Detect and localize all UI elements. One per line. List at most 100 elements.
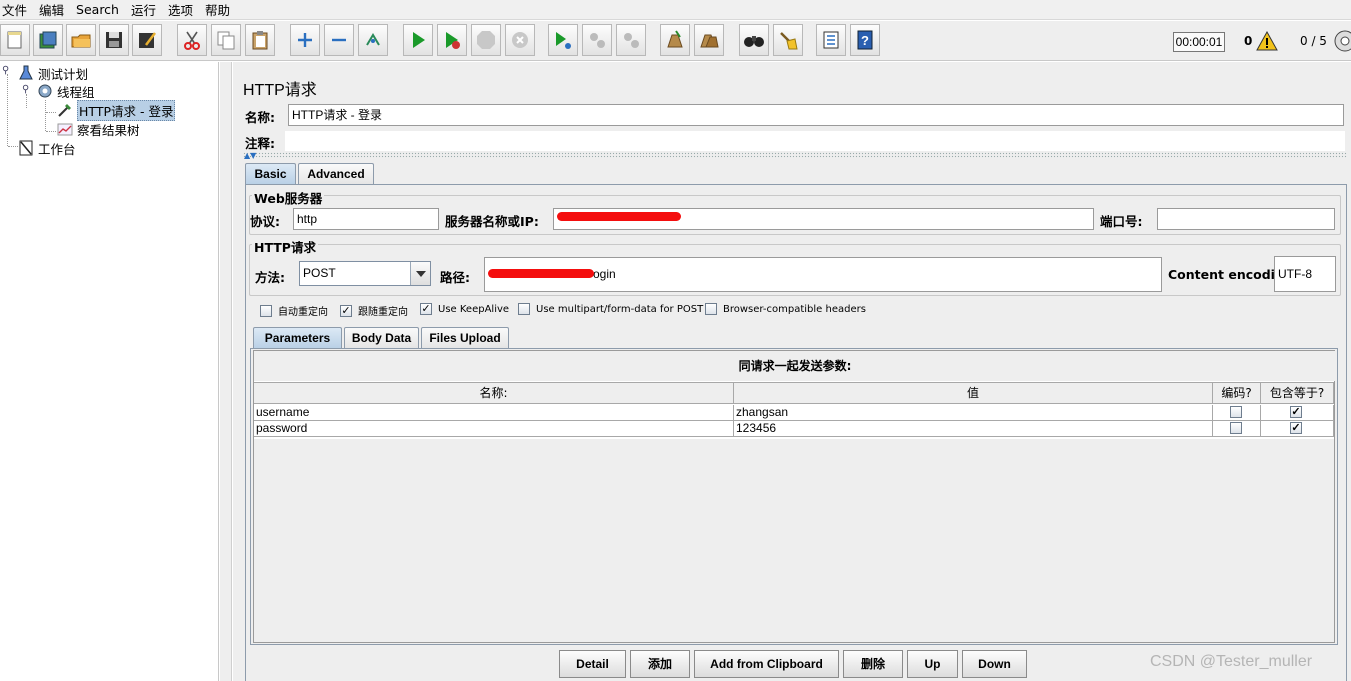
expand-all-button[interactable] bbox=[290, 24, 320, 56]
search-icon bbox=[744, 36, 764, 47]
stop-icon bbox=[477, 31, 495, 49]
tab-body-data[interactable]: Body Data bbox=[344, 327, 419, 349]
tab-parameters[interactable]: Parameters bbox=[253, 327, 342, 349]
checkmark-icon[interactable]: ✓ bbox=[1290, 422, 1302, 434]
follow-redirect-checkbox[interactable]: ✓ 跟随重定向 bbox=[340, 303, 408, 318]
auto-redirect-checkbox[interactable]: 自动重定向 bbox=[260, 303, 328, 318]
expand-toggle-icon[interactable]: ⚲ bbox=[22, 85, 31, 95]
tree-connector bbox=[26, 94, 27, 108]
encoding-field[interactable]: UTF-8 bbox=[1274, 256, 1336, 292]
chevron-down-icon[interactable] bbox=[410, 262, 430, 285]
table-empty-area bbox=[254, 439, 1334, 642]
remote-shutdown-button[interactable] bbox=[616, 24, 646, 56]
param-value-cell[interactable]: 123456 bbox=[734, 421, 1213, 437]
save-button[interactable] bbox=[99, 24, 129, 56]
collapse-all-button[interactable] bbox=[324, 24, 354, 56]
help-button[interactable]: ? bbox=[850, 24, 880, 56]
column-header-encode[interactable]: 编码? bbox=[1213, 382, 1261, 404]
pipette-icon bbox=[58, 104, 71, 117]
clear-button[interactable] bbox=[660, 24, 690, 56]
function-helper-icon bbox=[823, 31, 839, 49]
active-threads: 0 / 5 bbox=[1300, 34, 1327, 48]
tree-node-label: HTTP请求 - 登录 bbox=[77, 99, 176, 121]
column-header-include-equals[interactable]: 包含等于? bbox=[1261, 382, 1334, 404]
param-name-cell[interactable]: password bbox=[254, 421, 734, 437]
menu-help[interactable]: 帮助 bbox=[205, 0, 236, 19]
add-button[interactable]: 添加 bbox=[630, 650, 690, 678]
delete-button[interactable]: 删除 bbox=[843, 650, 903, 678]
include-equals-cell[interactable]: ✓ bbox=[1261, 421, 1334, 437]
new-button[interactable] bbox=[0, 24, 30, 56]
include-equals-cell[interactable]: ✓ bbox=[1261, 405, 1334, 421]
tree-node-results-tree[interactable]: 察看结果树 bbox=[57, 120, 140, 138]
reset-search-button[interactable] bbox=[773, 24, 803, 56]
menu-edit[interactable]: 编辑 bbox=[39, 0, 70, 19]
expand-toggle-icon[interactable]: ⚲ bbox=[2, 66, 11, 76]
param-name-cell[interactable]: username bbox=[254, 405, 734, 421]
multipart-checkbox[interactable]: Use multipart/form-data for POST bbox=[518, 303, 703, 315]
clear-icon bbox=[667, 30, 683, 48]
toggle-button[interactable] bbox=[358, 24, 388, 56]
protocol-field[interactable]: http bbox=[293, 208, 439, 230]
column-header-value[interactable]: 值 bbox=[734, 382, 1213, 404]
function-helper-button[interactable] bbox=[816, 24, 846, 56]
cut-button[interactable] bbox=[177, 24, 207, 56]
add-from-clipboard-button[interactable]: Add from Clipboard bbox=[694, 650, 839, 678]
comment-field[interactable] bbox=[284, 130, 1346, 152]
clear-all-icon bbox=[700, 34, 719, 48]
up-button[interactable]: Up bbox=[907, 650, 958, 678]
templates-button[interactable] bbox=[33, 24, 63, 56]
tab-advanced[interactable]: Advanced bbox=[298, 163, 374, 185]
gear-icon bbox=[38, 84, 52, 98]
tree-node-http-request[interactable]: HTTP请求 - 登录 bbox=[57, 99, 176, 121]
column-header-name[interactable]: 名称: bbox=[254, 382, 734, 404]
divider bbox=[243, 152, 1347, 158]
start-button[interactable] bbox=[403, 24, 433, 56]
shutdown-button[interactable] bbox=[505, 24, 535, 56]
port-label: 端口号: bbox=[1100, 214, 1143, 229]
collapse-arrows-icon[interactable]: ▲▼ bbox=[244, 151, 256, 160]
tree-node-test-plan[interactable]: 测试计划 bbox=[18, 64, 88, 82]
templates-icon bbox=[39, 31, 57, 49]
expand-icon bbox=[298, 33, 312, 47]
clear-all-button[interactable] bbox=[694, 24, 724, 56]
server-label: 服务器名称或IP: bbox=[445, 214, 539, 229]
pane-splitter[interactable] bbox=[220, 62, 232, 681]
search-button[interactable] bbox=[739, 24, 769, 56]
encode-cell[interactable] bbox=[1213, 405, 1261, 421]
tree-connector bbox=[45, 100, 46, 131]
checkbox-label: Use KeepAlive bbox=[438, 303, 510, 315]
checkbox-box[interactable] bbox=[1230, 422, 1242, 434]
checkmark-icon[interactable]: ✓ bbox=[1290, 406, 1302, 418]
encode-cell[interactable] bbox=[1213, 421, 1261, 437]
method-select[interactable]: POST bbox=[299, 261, 431, 286]
checkmark-icon: ✓ bbox=[340, 303, 352, 317]
start-no-pause-button[interactable] bbox=[437, 24, 467, 56]
start-no-pause-icon bbox=[446, 32, 460, 49]
tree-node-workbench[interactable]: 工作台 bbox=[18, 139, 76, 157]
tab-basic[interactable]: Basic bbox=[245, 163, 296, 185]
menu-file[interactable]: 文件 bbox=[2, 0, 33, 19]
name-field[interactable]: HTTP请求 - 登录 bbox=[288, 104, 1344, 126]
save-as-button[interactable] bbox=[132, 24, 162, 56]
remote-start-button[interactable] bbox=[548, 24, 578, 56]
keepalive-checkbox[interactable]: ✓ Use KeepAlive bbox=[420, 303, 509, 315]
tree-node-thread-group[interactable]: 线程组 bbox=[37, 82, 95, 100]
paste-button[interactable] bbox=[245, 24, 275, 56]
checkbox-box[interactable] bbox=[1230, 406, 1242, 418]
param-value-cell[interactable]: zhangsan bbox=[734, 405, 1213, 421]
tab-files-upload[interactable]: Files Upload bbox=[421, 327, 509, 349]
open-button[interactable] bbox=[66, 24, 96, 56]
stop-button[interactable] bbox=[471, 24, 501, 56]
down-button[interactable]: Down bbox=[962, 650, 1027, 678]
browser-headers-checkbox[interactable]: Browser-compatible headers bbox=[705, 303, 866, 315]
menu-search[interactable]: Search bbox=[76, 2, 125, 17]
warning-icon[interactable] bbox=[1256, 31, 1278, 51]
remote-stop-button[interactable] bbox=[582, 24, 612, 56]
detail-button[interactable]: Detail bbox=[559, 650, 626, 678]
open-icon bbox=[71, 34, 91, 48]
port-field[interactable] bbox=[1157, 208, 1335, 230]
menu-run[interactable]: 运行 bbox=[131, 0, 162, 19]
menu-options[interactable]: 选项 bbox=[168, 0, 199, 19]
copy-button[interactable] bbox=[211, 24, 241, 56]
